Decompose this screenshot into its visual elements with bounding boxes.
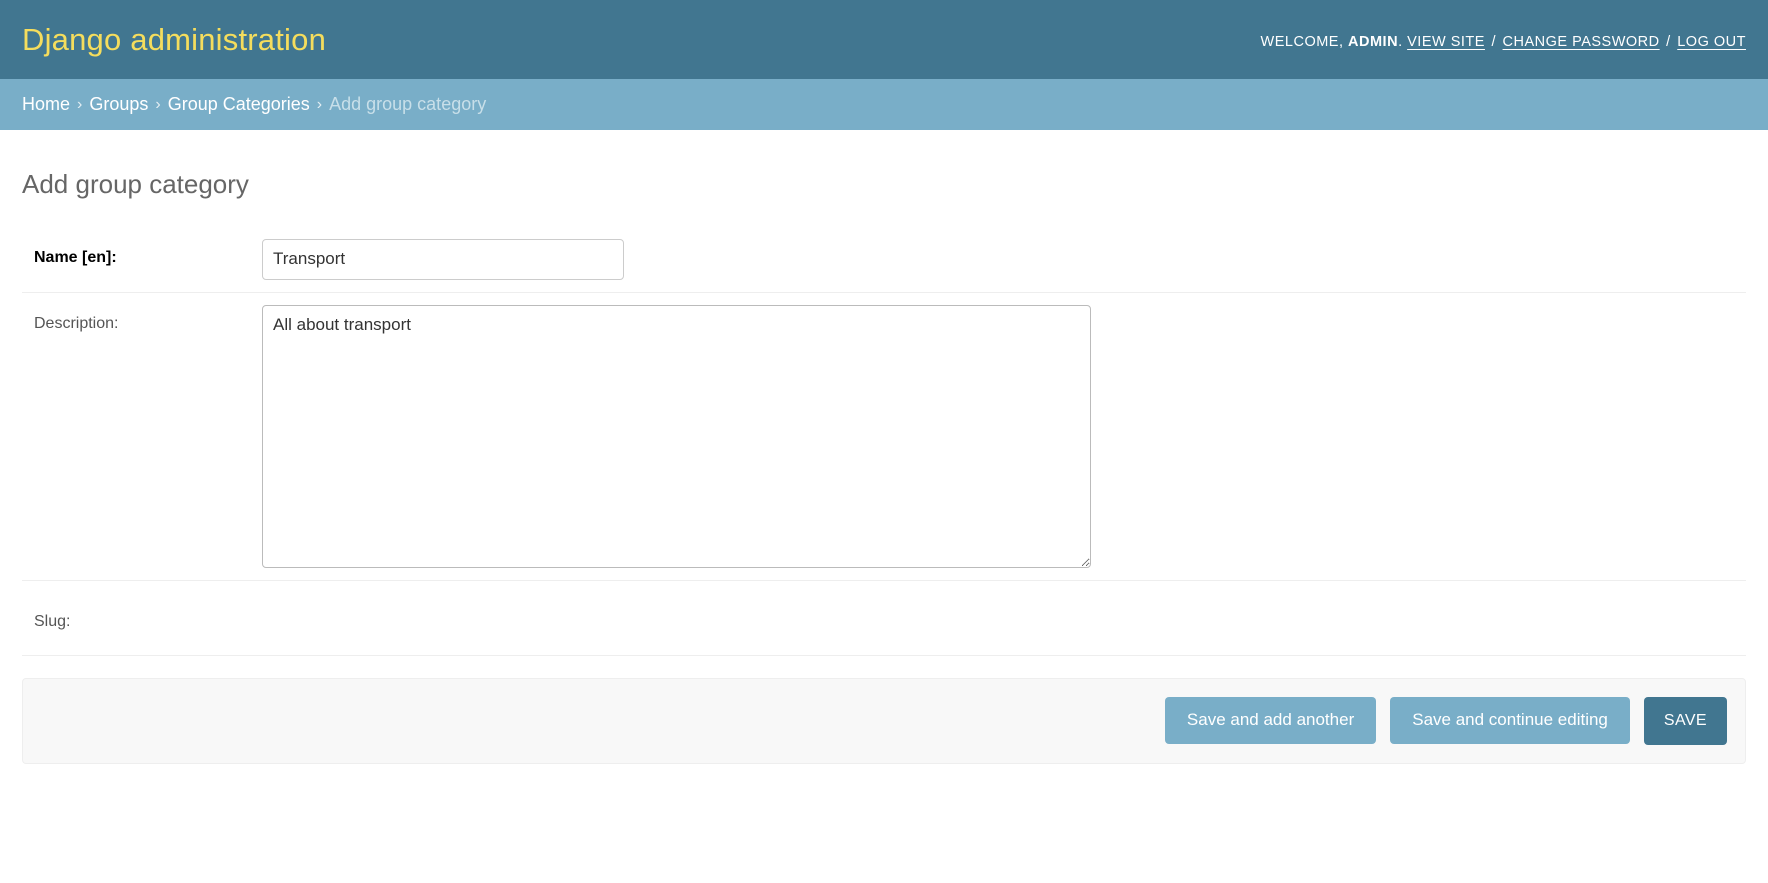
page-title: Add group category <box>22 169 249 199</box>
name-input[interactable] <box>262 238 624 280</box>
welcome-period: . <box>1398 33 1403 50</box>
site-title[interactable]: Django administration <box>22 24 326 55</box>
breadcrumb-separator-3: › <box>316 95 323 113</box>
name-field-label: Name [en]: <box>34 248 117 266</box>
user-tools-separator-1: / <box>1491 33 1497 50</box>
save-and-add-another-button[interactable] <box>1164 697 1377 745</box>
breadcrumb-item-current: Add group category <box>329 94 487 114</box>
form-row-slug: Slug: <box>22 581 1746 656</box>
log-out-link[interactable]: LOG OUT <box>1677 34 1746 50</box>
site-header: Django administration WELCOME, ADMIN. VI… <box>0 0 1768 79</box>
breadcrumb-item-groups[interactable]: Groups <box>89 94 148 115</box>
breadcrumb-item-home[interactable]: Home <box>22 94 70 115</box>
admin-page-container: Django administration WELCOME, ADMIN. VI… <box>0 0 1768 764</box>
form-row-name: Name [en]: <box>22 227 1746 293</box>
user-tools: WELCOME, ADMIN. VIEW SITE / CHANGE PASSW… <box>1261 30 1746 50</box>
breadcrumb: Home › Groups › Group Categories › Add g… <box>0 79 1768 130</box>
current-username: ADMIN <box>1348 33 1399 50</box>
site-branding: Django administration <box>22 24 326 55</box>
slug-field-label: Slug: <box>34 612 71 630</box>
welcome-text: WELCOME, <box>1260 33 1344 50</box>
breadcrumb-item-group-categories[interactable]: Group Categories <box>168 94 310 115</box>
form-row-description: Description: All about transport <box>22 293 1746 581</box>
view-site-link[interactable]: VIEW SITE <box>1407 34 1485 50</box>
description-textarea[interactable]: All about transport <box>262 304 1091 568</box>
add-group-category-form: Name [en]: Description: All about transp… <box>22 227 1746 764</box>
change-password-link[interactable]: CHANGE PASSWORD <box>1503 34 1660 50</box>
user-tools-separator-2: / <box>1666 33 1671 50</box>
save-button[interactable] <box>1643 696 1727 745</box>
save-and-continue-editing-button[interactable] <box>1390 697 1630 745</box>
breadcrumb-separator-1: › <box>77 95 83 113</box>
submit-row <box>22 677 1746 764</box>
breadcrumb-separator-2: › <box>155 95 161 113</box>
description-field-label: Description: <box>34 314 119 332</box>
main-content: Add group category Name [en]: Descriptio… <box>0 170 1768 764</box>
